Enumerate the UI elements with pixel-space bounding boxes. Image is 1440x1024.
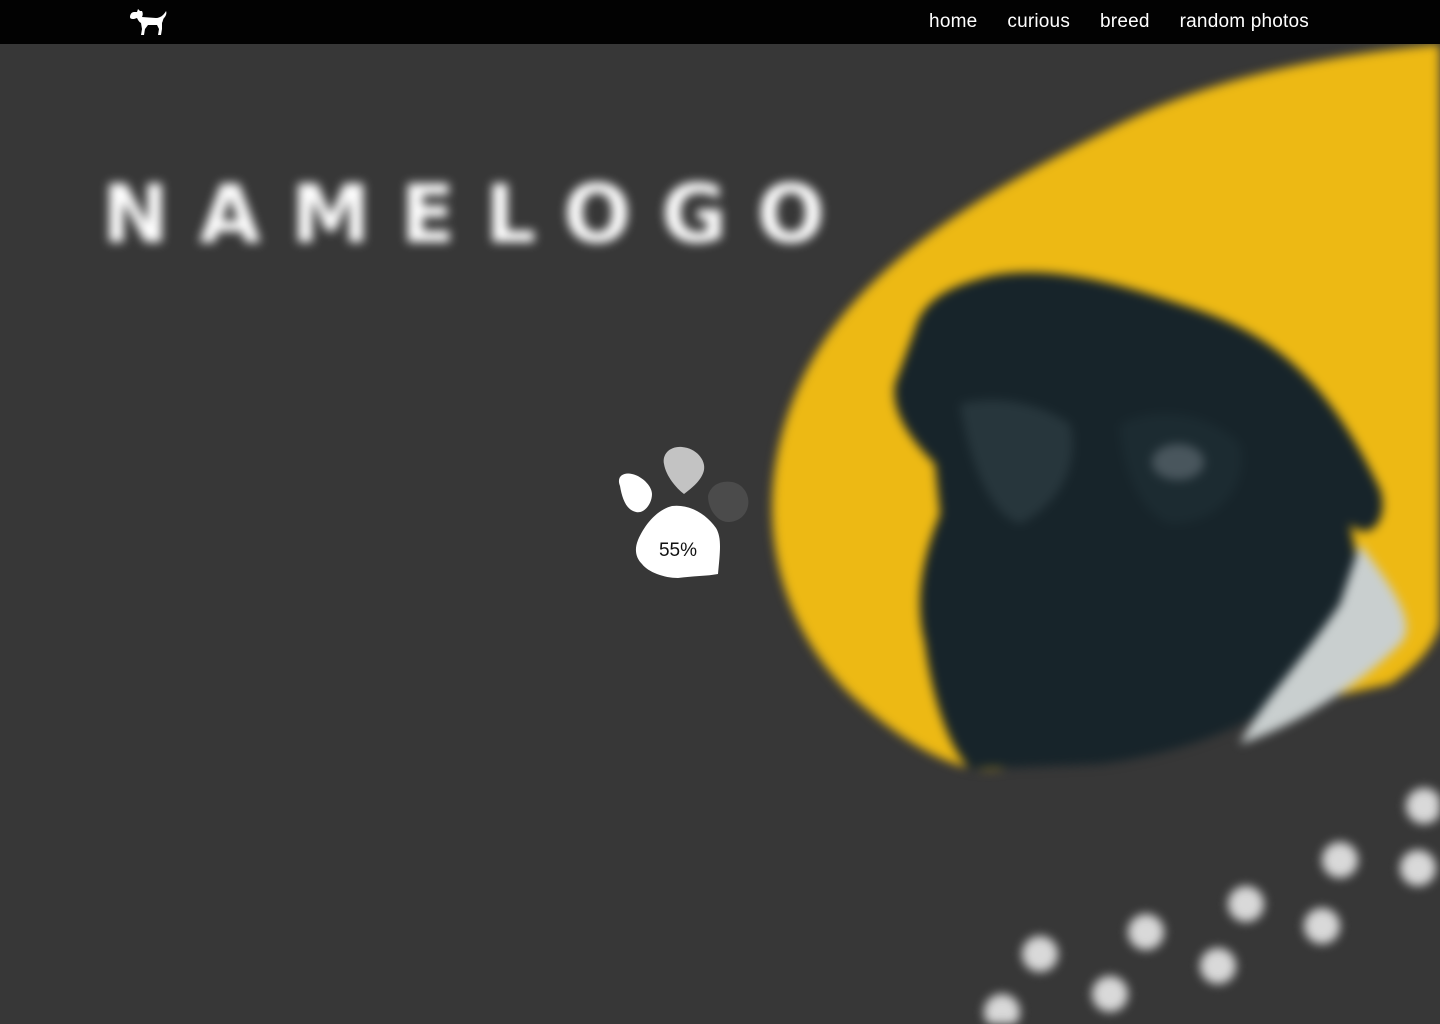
nav-link-breed[interactable]: breed [1100, 0, 1150, 44]
nav-link-curious[interactable]: curious [1007, 0, 1070, 44]
dog-icon [130, 9, 167, 35]
navbar: home curious breed random photos [0, 0, 1440, 44]
hero-image [772, 44, 1440, 770]
paw-print-icon [984, 788, 1440, 1024]
paw-print-trail [984, 788, 1440, 1024]
loading-percentage: 55% [658, 540, 698, 561]
brand-logo[interactable] [126, 6, 170, 38]
page: home curious breed random photos NAMELOG… [0, 0, 1440, 1024]
loading-indicator: 55% [612, 442, 752, 582]
nav-link-random-photos[interactable]: random photos [1180, 0, 1309, 44]
nav-link-home[interactable]: home [929, 0, 977, 44]
nav-links: home curious breed random photos [929, 0, 1309, 44]
